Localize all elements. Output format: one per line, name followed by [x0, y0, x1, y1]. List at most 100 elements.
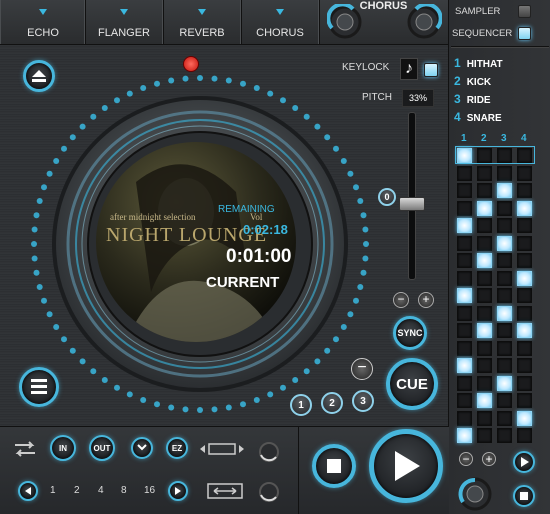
stop-button[interactable]	[312, 444, 356, 488]
sequencer-cell[interactable]	[477, 148, 492, 163]
sequencer-cell[interactable]	[517, 218, 532, 233]
hotcue-3-button[interactable]: 3	[352, 390, 374, 412]
sequencer-cell[interactable]	[517, 340, 532, 356]
sequencer-cell[interactable]	[477, 253, 492, 268]
sequencer-cell[interactable]	[517, 148, 532, 163]
sequencer-plus-button[interactable]: +	[482, 452, 496, 466]
loop-resize-icon[interactable]	[200, 441, 244, 457]
sequencer-checkbox[interactable]	[518, 27, 531, 40]
sequencer-cell[interactable]	[497, 270, 512, 286]
sequencer-cell[interactable]	[477, 165, 492, 181]
sequencer-cell[interactable]	[457, 340, 472, 356]
sequencer-cell[interactable]	[457, 253, 472, 268]
sequencer-cell[interactable]	[517, 200, 532, 216]
cue-minus-button[interactable]: −	[351, 358, 373, 380]
loop-size-4[interactable]: 4	[98, 485, 104, 496]
sequencer-cell[interactable]	[497, 235, 512, 251]
pitch-slider-handle[interactable]	[399, 197, 425, 211]
sequencer-cell[interactable]	[497, 218, 512, 233]
sequencer-cell[interactable]	[497, 305, 512, 321]
sequencer-cell[interactable]	[517, 235, 532, 251]
sequencer-cell[interactable]	[517, 288, 532, 303]
sequencer-cell[interactable]	[477, 235, 492, 251]
sequencer-stop-button[interactable]	[513, 485, 535, 507]
keylock-checkbox[interactable]	[424, 63, 438, 77]
sequencer-cell[interactable]	[477, 305, 492, 321]
sequencer-cell[interactable]	[457, 183, 472, 198]
sequencer-cell[interactable]	[517, 393, 532, 408]
sequencer-cell[interactable]	[457, 358, 472, 373]
pitch-minus-button[interactable]: −	[393, 292, 409, 308]
sequencer-cell[interactable]	[457, 218, 472, 233]
instrument-ride[interactable]: 3 RIDE	[454, 92, 491, 106]
cue-button[interactable]: CUE	[386, 358, 438, 410]
sequencer-cell[interactable]	[497, 393, 512, 408]
pitch-slider-track[interactable]	[408, 112, 416, 280]
sequencer-cell[interactable]	[477, 288, 492, 303]
play-button[interactable]	[369, 429, 443, 503]
sequencer-tempo-knob[interactable]	[457, 476, 493, 512]
sequencer-cell[interactable]	[457, 410, 472, 426]
sequencer-cell[interactable]	[497, 410, 512, 426]
sequencer-cell[interactable]	[517, 358, 532, 373]
loop-size-16[interactable]: 16	[144, 485, 155, 496]
instrument-hithat[interactable]: 1 HITHAT	[454, 56, 503, 70]
sequencer-cell[interactable]	[457, 165, 472, 181]
loop-shift-icon[interactable]	[207, 483, 243, 499]
loop-size-8[interactable]: 8	[121, 485, 127, 496]
sequencer-cell[interactable]	[497, 183, 512, 198]
sequencer-cell[interactable]	[477, 340, 492, 356]
sequencer-cell[interactable]	[477, 393, 492, 408]
loop-in-button[interactable]: IN	[50, 435, 76, 461]
loop-size-1[interactable]: 1	[50, 485, 56, 496]
sequencer-cell[interactable]	[497, 375, 512, 391]
sequencer-cell[interactable]	[517, 375, 532, 391]
sequencer-cell[interactable]	[497, 323, 512, 338]
fx-flanger[interactable]: FLANGER	[84, 0, 164, 44]
hotcue-1-button[interactable]: 1	[290, 394, 312, 416]
sequencer-cell[interactable]	[457, 270, 472, 286]
sequencer-cell[interactable]	[477, 375, 492, 391]
sequencer-cell[interactable]	[497, 288, 512, 303]
hotcue-2-button[interactable]: 2	[321, 392, 343, 414]
sequencer-play-button[interactable]	[513, 451, 535, 473]
loop-knob[interactable]	[258, 441, 280, 463]
sequencer-cell[interactable]	[497, 200, 512, 216]
reloop-button[interactable]	[131, 437, 153, 459]
sequencer-cell[interactable]	[497, 253, 512, 268]
sequencer-cell[interactable]	[477, 200, 492, 216]
sequencer-cell[interactable]	[477, 428, 492, 443]
sequencer-cell[interactable]	[457, 323, 472, 338]
sequencer-cell[interactable]	[457, 200, 472, 216]
sequencer-cell[interactable]	[457, 235, 472, 251]
pitch-reset-button[interactable]: 0	[378, 188, 396, 206]
sequencer-cell[interactable]	[497, 358, 512, 373]
loop-icon[interactable]	[12, 441, 38, 457]
sequencer-cell[interactable]	[517, 165, 532, 181]
sequencer-cell[interactable]	[457, 428, 472, 443]
sequencer-cell[interactable]	[457, 305, 472, 321]
sequencer-cell[interactable]	[457, 288, 472, 303]
fx-echo[interactable]: ECHO	[0, 0, 86, 44]
sequencer-cell[interactable]	[477, 270, 492, 286]
sequencer-cell[interactable]	[477, 410, 492, 426]
instrument-snare[interactable]: 4 SNARE	[454, 110, 502, 124]
sequencer-cell[interactable]	[497, 340, 512, 356]
playlist-button[interactable]	[19, 367, 59, 407]
instrument-kick[interactable]: 2 KICK	[454, 74, 491, 88]
sequencer-cell[interactable]	[517, 183, 532, 198]
sequencer-cell[interactable]	[497, 428, 512, 443]
fx-param1-knob[interactable]	[327, 4, 363, 40]
sequencer-cell[interactable]	[517, 323, 532, 338]
loop-shift-knob[interactable]	[258, 481, 280, 503]
sequencer-cell[interactable]	[477, 183, 492, 198]
sync-button[interactable]: SYNC	[393, 316, 427, 350]
sequencer-cell[interactable]	[497, 148, 512, 163]
sequencer-cell[interactable]	[517, 428, 532, 443]
sequencer-cell[interactable]	[457, 393, 472, 408]
sequencer-cell[interactable]	[457, 148, 472, 163]
sequencer-cell[interactable]	[477, 358, 492, 373]
sequencer-cell[interactable]	[477, 218, 492, 233]
fx-param2-knob[interactable]	[406, 4, 442, 40]
sampler-checkbox[interactable]	[518, 5, 531, 18]
